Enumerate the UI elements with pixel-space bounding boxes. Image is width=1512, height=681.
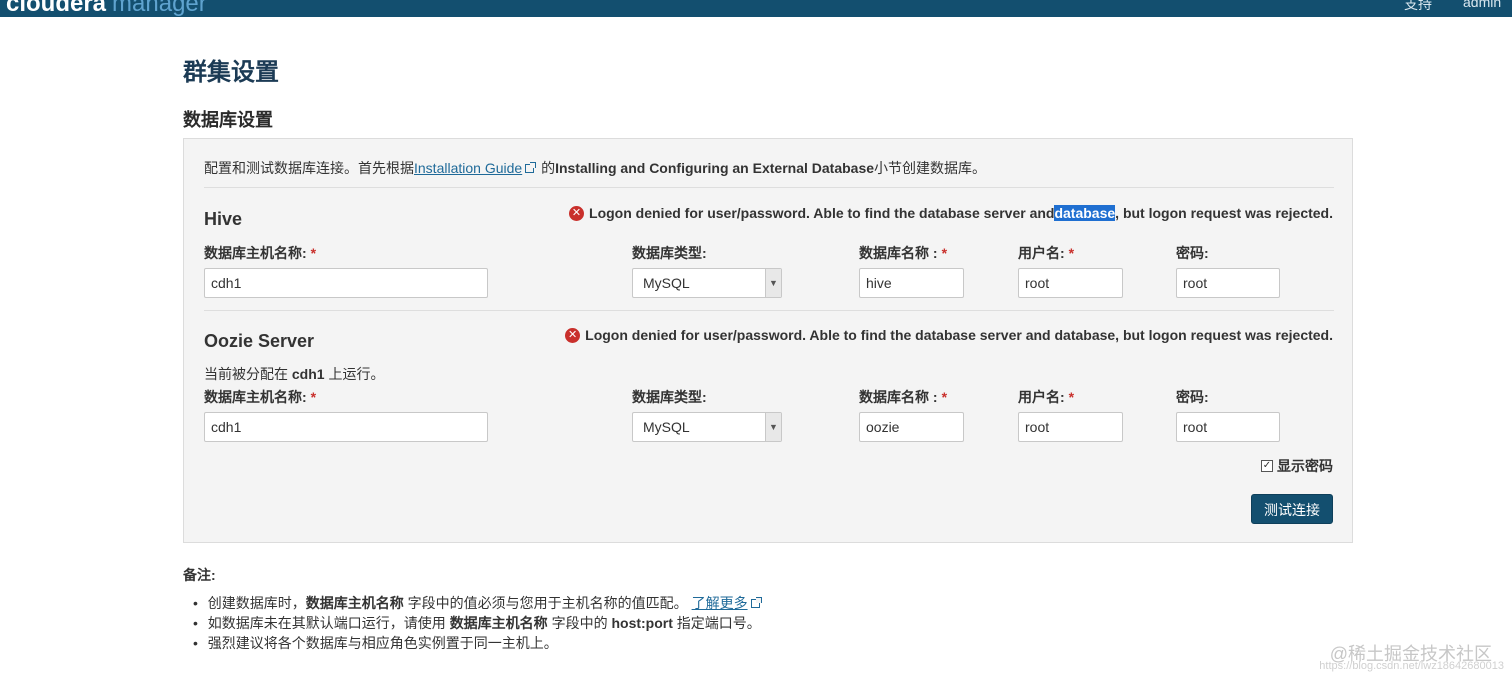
nav-user-menu[interactable]: admin xyxy=(1463,0,1501,10)
hive-password-label: 密码: xyxy=(1176,245,1209,261)
oozie-host-label: 数据库主机名称: * xyxy=(204,389,317,405)
page-title: 群集设置 xyxy=(183,59,279,86)
database-settings-panel: 配置和测试数据库连接。首先根据Installation Guide 的Insta… xyxy=(183,138,1353,543)
list-item: 如数据库未在其默认端口运行，请使用 数据库主机名称 字段中的 host:port… xyxy=(193,613,763,633)
hive-title: Hive xyxy=(204,209,243,229)
chevron-down-icon: ▼ xyxy=(765,269,781,297)
intro-suffix: 小节创建数据库。 xyxy=(874,160,987,176)
oozie-user-input[interactable]: root xyxy=(1018,412,1123,442)
oozie-error-message: ✕ Logon denied for user/password. Able t… xyxy=(565,327,1333,343)
oozie-dbtype-select[interactable]: MySQL ▼ xyxy=(632,412,782,442)
hive-error-pre: Logon denied for user/password. Able to … xyxy=(589,205,1055,221)
intro-bold: Installing and Configuring an External D… xyxy=(555,160,875,176)
hive-user-input[interactable]: root xyxy=(1018,268,1123,298)
divider xyxy=(204,310,1334,311)
notes-list: 创建数据库时，数据库主机名称 字段中的值必须与您用于主机名称的值匹配。 了解更多… xyxy=(193,593,763,653)
oozie-title: Oozie Server xyxy=(204,331,315,351)
chevron-down-icon: ▼ xyxy=(765,413,781,441)
error-icon: ✕ xyxy=(565,327,581,343)
hive-dbtype-value: MySQL xyxy=(643,275,690,291)
intro-text: 配置和测试数据库连接。首先根据Installation Guide 的Insta… xyxy=(204,158,986,178)
oozie-dbname-input[interactable]: oozie xyxy=(859,412,964,442)
hive-host-input[interactable]: cdh1 xyxy=(204,268,488,298)
oozie-error-text: Logon denied for user/password. Able to … xyxy=(585,327,1333,343)
list-item: 创建数据库时，数据库主机名称 字段中的值必须与您用于主机名称的值匹配。 了解更多 xyxy=(193,593,763,613)
intro-middle: 的 xyxy=(537,160,556,176)
intro-prefix: 配置和测试数据库连接。首先根据 xyxy=(204,160,414,176)
oozie-password-input[interactable]: root xyxy=(1176,412,1280,442)
external-link-icon xyxy=(525,162,537,173)
hive-host-label: 数据库主机名称: * xyxy=(204,245,317,261)
oozie-dbtype-value: MySQL xyxy=(643,419,690,435)
divider xyxy=(204,187,1334,188)
installation-guide-link[interactable]: Installation Guide xyxy=(414,160,522,176)
brand-main: cloudera xyxy=(6,0,107,17)
test-connection-button[interactable]: 测试连接 xyxy=(1251,494,1333,524)
oozie-dbtype-label: 数据库类型: xyxy=(632,389,707,405)
external-link-icon xyxy=(750,597,762,608)
watermark-url: https://blog.csdn.net/lwz18642680013 xyxy=(1319,660,1504,672)
show-password-checkbox[interactable]: ✓ 显示密码 xyxy=(1261,456,1333,476)
hive-dbname-input[interactable]: hive xyxy=(859,268,964,298)
section-title: 数据库设置 xyxy=(183,110,273,130)
top-navbar: cloudera manager 支持 admin xyxy=(0,0,1512,17)
nav-support-link[interactable]: 支持 xyxy=(1404,0,1432,14)
hive-password-input[interactable]: root xyxy=(1176,268,1280,298)
show-password-label: 显示密码 xyxy=(1277,458,1333,474)
hive-dbtype-select[interactable]: MySQL ▼ xyxy=(632,268,782,298)
notes-title: 备注: xyxy=(183,567,216,583)
oozie-password-label: 密码: xyxy=(1176,389,1209,405)
error-icon: ✕ xyxy=(569,205,585,221)
oozie-user-label: 用户名: * xyxy=(1018,389,1075,405)
brand-sub: manager xyxy=(112,0,207,17)
hive-error-highlight: database xyxy=(1054,205,1116,221)
oozie-host-input[interactable]: cdh1 xyxy=(204,412,488,442)
hive-dbname-label: 数据库名称 : * xyxy=(859,245,948,261)
brand-logo[interactable]: cloudera manager xyxy=(6,0,207,17)
hive-user-label: 用户名: * xyxy=(1018,245,1075,261)
hive-error-message: ✕ Logon denied for user/password. Able t… xyxy=(569,205,1333,221)
learn-more-link[interactable]: 了解更多 xyxy=(692,595,748,611)
checkbox-checked-icon[interactable]: ✓ xyxy=(1261,460,1273,472)
list-item: 强烈建议将各个数据库与相应角色实例置于同一主机上。 xyxy=(193,633,763,653)
oozie-assigned-note: 当前被分配在 cdh1 上运行。 xyxy=(204,366,385,382)
oozie-dbname-label: 数据库名称 : * xyxy=(859,389,948,405)
hive-dbtype-label: 数据库类型: xyxy=(632,245,707,261)
hive-error-post: , but logon request was rejected. xyxy=(1115,205,1333,221)
